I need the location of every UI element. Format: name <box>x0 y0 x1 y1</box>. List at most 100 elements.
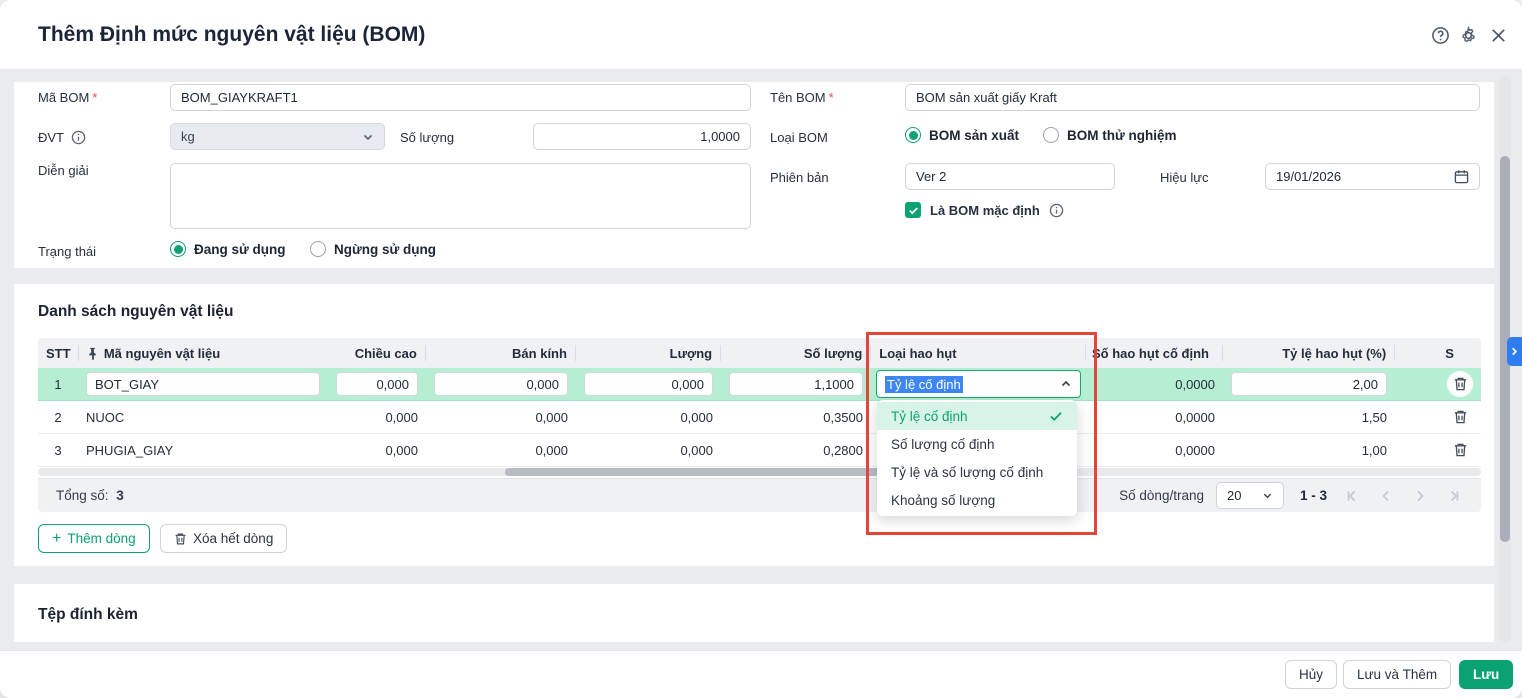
hieu-luc-label: Hiệu lực <box>1160 170 1209 185</box>
row-ty-le-cell <box>1223 372 1395 396</box>
last-page-icon[interactable] <box>1445 487 1463 505</box>
row-so-luong: 0,3500 <box>823 409 863 425</box>
dropdown-option[interactable]: Tỷ lệ và số lượng cố định <box>877 458 1077 486</box>
row-luong: 0,000 <box>680 409 713 425</box>
ban-kinh-input[interactable] <box>434 372 568 396</box>
radio-unselected-icon <box>1043 127 1059 143</box>
pin-icon <box>89 347 96 360</box>
chieu-cao-input[interactable] <box>336 372 418 396</box>
luong-input[interactable] <box>584 372 713 396</box>
radio-dang-su-dung[interactable]: Đang sử dụng <box>170 241 286 257</box>
side-panel-expand-button[interactable] <box>1507 337 1522 366</box>
page-range: 1 - 3 <box>1299 488 1327 503</box>
dropdown-option[interactable]: Khoảng số lượng <box>877 486 1077 514</box>
so-luong-input[interactable] <box>533 123 751 150</box>
trash-icon <box>175 533 186 544</box>
radio-selected-icon <box>905 127 921 143</box>
col-loai-hao-hut[interactable]: Loại hao hụt <box>871 346 1085 361</box>
row-code: NUOC <box>86 409 125 425</box>
so-luong-row-input[interactable] <box>729 372 863 396</box>
col-stt[interactable]: STT <box>38 346 78 361</box>
row-stt: 2 <box>54 409 62 425</box>
delete-row-button[interactable] <box>1447 371 1473 397</box>
modal-title: Thêm Định mức nguyên vật liệu (BOM) <box>38 23 426 46</box>
row-luong: 0,000 <box>680 442 713 458</box>
attachments-section-title: Tệp đính kèm <box>38 606 138 623</box>
bom-modal: Thêm Định mức nguyên vật liệu (BOM) Mã B… <box>0 0 1522 698</box>
horizontal-scrollbar[interactable] <box>38 468 1481 476</box>
col-luong[interactable]: Lượng <box>576 346 720 361</box>
check-icon <box>1050 412 1062 421</box>
calendar-icon[interactable] <box>1454 169 1469 184</box>
col-chieu-cao[interactable]: Chiều cao <box>327 346 424 361</box>
radio-ngung-su-dung[interactable]: Ngừng sử dụng <box>310 241 436 257</box>
dropdown-option[interactable]: Tỷ lệ cố định <box>877 402 1077 430</box>
dien-giai-textarea[interactable] <box>170 163 751 229</box>
gear-icon[interactable] <box>1459 26 1478 45</box>
row-loai-hao-hut-cell: Tỷ lệ cố định <box>871 370 1086 398</box>
col-ty-le-hao-hut[interactable]: Tỷ lệ hao hụt (%) <box>1223 346 1394 361</box>
next-page-icon[interactable] <box>1411 487 1429 505</box>
so-luong-label: Số lượng <box>400 130 455 145</box>
save-button[interactable]: Lưu <box>1459 660 1514 689</box>
col-so-hao-hut[interactable]: Số hao hụt cố định <box>1086 346 1222 361</box>
row-ban-kinh-cell <box>426 372 576 396</box>
selected-option-text: Tỷ lệ cố định <box>885 375 963 393</box>
col-code[interactable]: Mã nguyên vật liệu <box>79 346 328 361</box>
plus-icon: + <box>52 529 62 547</box>
table-row[interactable]: 1 Tỷ lệ cố định 0,0000 <box>38 368 1481 401</box>
row-so-luong: 0,2800 <box>823 442 863 458</box>
ma-bom-label: Mã BOM * <box>38 90 98 105</box>
trash-icon <box>1454 377 1466 391</box>
help-icon[interactable] <box>1431 26 1450 45</box>
info-icon <box>1049 203 1064 217</box>
total-count: Tổng số: 3 <box>56 488 124 503</box>
row-so-hao-hut: 0,0000 <box>1175 376 1215 392</box>
hieu-luc-date-input[interactable]: 19/01/2026 <box>1265 163 1480 190</box>
delete-all-rows-button[interactable]: Xóa hết dòng <box>160 524 288 553</box>
row-so-hao-hut: 0,0000 <box>1175 442 1215 458</box>
chevron-up-icon <box>1061 380 1071 387</box>
row-chieu-cao-cell <box>328 372 426 396</box>
checkbox-checked-icon[interactable] <box>905 202 921 218</box>
row-code-cell <box>78 372 328 396</box>
loai-hao-hut-select[interactable]: Tỷ lệ cố định <box>876 370 1081 398</box>
row-action-cell <box>1439 409 1481 425</box>
table-footer: Tổng số: 3 Số dòng/trang 20 1 - 3 <box>38 478 1481 512</box>
add-row-button[interactable]: + Thêm dòng <box>38 524 150 553</box>
close-icon[interactable] <box>1489 26 1508 45</box>
table-row[interactable]: 2 NUOC 0,000 0,000 0,000 0,3500 0,0000 1… <box>38 401 1481 434</box>
row-luong-cell <box>576 372 721 396</box>
ma-bom-input[interactable] <box>170 84 751 111</box>
trash-icon[interactable] <box>1453 409 1468 425</box>
row-code: PHUGIA_GIAY <box>86 442 174 458</box>
dvt-select[interactable]: kg <box>170 123 385 150</box>
radio-bom-san-xuat[interactable]: BOM sản xuất <box>905 127 1019 143</box>
ten-bom-input[interactable] <box>905 84 1480 111</box>
prev-page-icon[interactable] <box>1377 487 1395 505</box>
col-ban-kinh[interactable]: Bán kính <box>426 346 575 361</box>
radio-bom-thu-nghiem[interactable]: BOM thử nghiệm <box>1043 127 1177 143</box>
materials-section-title: Danh sách nguyên vật liệu <box>38 303 234 320</box>
la-bom-mac-dinh-label: Là BOM mặc định <box>930 202 1040 218</box>
table-row[interactable]: 3 PHUGIA_GIAY 0,000 0,000 0,000 0,2800 0… <box>38 434 1481 467</box>
trang-thai-label: Trạng thái <box>38 244 97 259</box>
row-chieu-cao: 0,000 <box>385 442 418 458</box>
dropdown-option[interactable]: Số lượng cố định <box>877 430 1077 458</box>
phien-ban-input[interactable] <box>905 163 1115 190</box>
cancel-button[interactable]: Hủy <box>1285 660 1338 689</box>
row-so-luong-cell <box>721 372 871 396</box>
loai-hao-hut-dropdown: Tỷ lệ cố định Số lượng cố định Tỷ lệ và … <box>877 400 1077 516</box>
code-input[interactable] <box>86 372 320 396</box>
attachments-card <box>14 584 1494 642</box>
save-and-add-button[interactable]: Lưu và Thêm <box>1343 660 1452 689</box>
ty-le-input[interactable] <box>1231 372 1387 396</box>
row-stt: 3 <box>54 442 62 458</box>
la-bom-mac-dinh-row[interactable]: Là BOM mặc định <box>905 202 1064 218</box>
first-page-icon[interactable] <box>1343 487 1361 505</box>
row-ban-kinh: 0,000 <box>535 442 568 458</box>
per-page-select[interactable]: 20 <box>1215 482 1284 509</box>
col-clipped[interactable]: S <box>1395 346 1481 361</box>
col-so-luong[interactable]: Số lượng <box>721 346 870 361</box>
trash-icon[interactable] <box>1453 442 1468 458</box>
